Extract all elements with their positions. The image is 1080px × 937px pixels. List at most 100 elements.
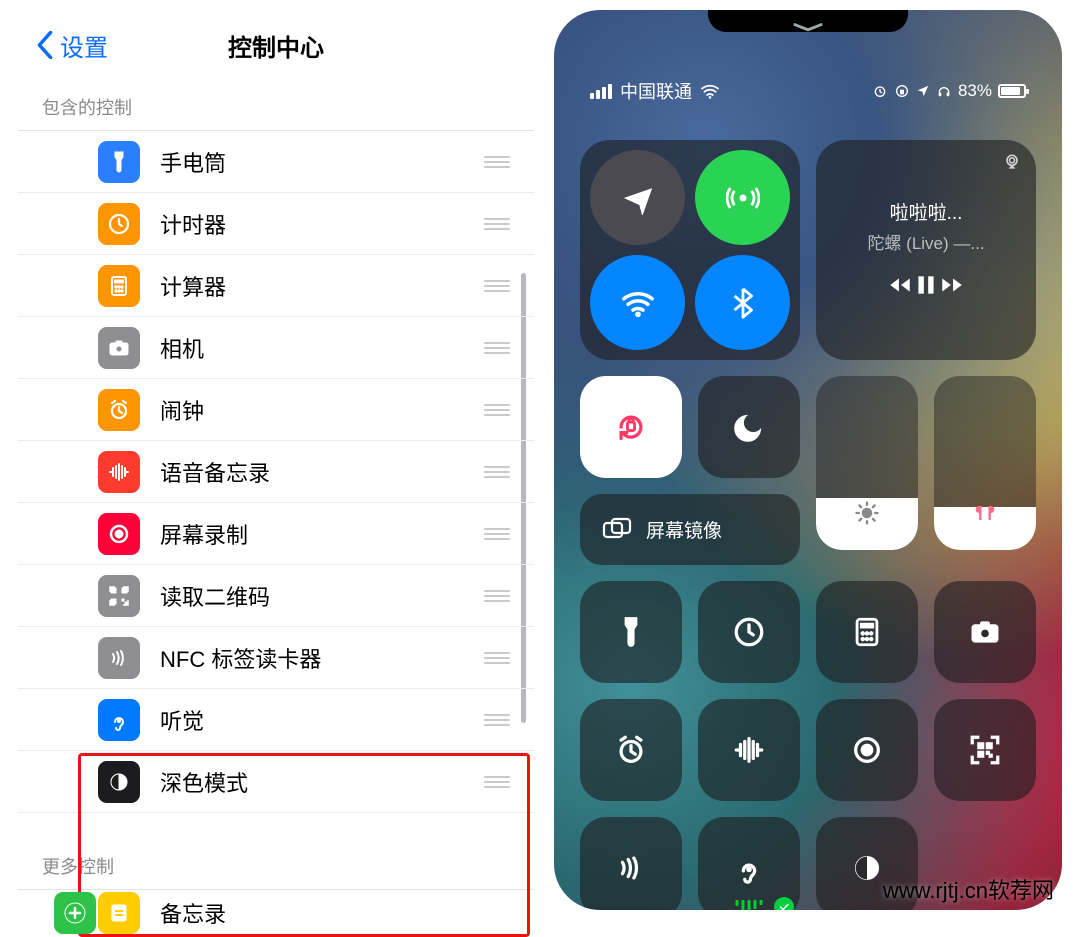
flashlight-button[interactable] <box>580 581 682 683</box>
connectivity-module[interactable] <box>580 140 800 360</box>
orientation-lock-button[interactable] <box>580 376 682 478</box>
list-item[interactable]: 读取二维码 <box>18 565 534 627</box>
list-item[interactable]: 听觉 <box>18 689 534 751</box>
do-not-disturb-button[interactable] <box>698 376 800 478</box>
voice-memo-icon <box>98 451 140 493</box>
lock-rotation-status-icon <box>894 83 910 99</box>
media-module[interactable]: 啦啦啦... 陀螺 (Live) —... <box>816 140 1036 360</box>
section-header-more: 更多控制 <box>18 839 534 889</box>
settings-panel: 设置 控制中心 包含的控制 手电筒 计时器 计算器 <box>18 10 534 936</box>
list-item[interactable]: 手电筒 <box>18 131 534 193</box>
list-label: 计算器 <box>160 270 226 302</box>
drag-handle-icon[interactable] <box>484 466 510 478</box>
volume-slider[interactable] <box>934 376 1036 550</box>
battery-percent: 83% <box>958 81 992 101</box>
signal-icon <box>590 84 612 99</box>
screen-mirror-button[interactable]: 屏幕镜像 <box>580 494 800 565</box>
alarm-icon <box>98 389 140 431</box>
list-label: 闹钟 <box>160 394 204 426</box>
alarm-button[interactable] <box>580 699 682 801</box>
list-label: 读取二维码 <box>160 580 270 612</box>
calculator-icon <box>98 265 140 307</box>
camera-icon <box>98 327 140 369</box>
status-bar: 中国联通 83% <box>554 78 1062 104</box>
screen-record-icon <box>98 513 140 555</box>
list-label: 相机 <box>160 332 204 364</box>
drag-handle-icon[interactable] <box>484 280 510 292</box>
check-badge-icon <box>774 897 794 910</box>
drag-handle-icon[interactable] <box>484 714 510 726</box>
timer-icon <box>98 203 140 245</box>
media-pause-button[interactable] <box>913 272 939 303</box>
wifi-icon <box>700 83 720 99</box>
list-item[interactable]: 深色模式 <box>18 751 534 813</box>
list-item[interactable]: 备忘录 <box>18 890 534 936</box>
voice-memo-button[interactable] <box>698 699 800 801</box>
media-next-button[interactable] <box>939 272 965 303</box>
drag-handle-icon[interactable] <box>484 156 510 168</box>
hearing-icon <box>98 699 140 741</box>
list-label: 语音备忘录 <box>160 456 270 488</box>
nav-bar: 设置 控制中心 <box>18 10 534 80</box>
list-item[interactable]: 语音备忘录 <box>18 441 534 503</box>
sun-icon <box>853 499 881 532</box>
bluetooth-toggle[interactable] <box>695 255 790 350</box>
media-title: 啦啦啦... <box>890 198 963 225</box>
list-item[interactable]: 计时器 <box>18 193 534 255</box>
back-button[interactable]: 设置 <box>36 28 108 63</box>
darkmode-icon <box>98 761 140 803</box>
section-header-included: 包含的控制 <box>18 80 534 130</box>
screen-record-button[interactable] <box>816 699 918 801</box>
carrier-label: 中国联通 <box>620 78 692 104</box>
brightness-slider[interactable] <box>816 376 918 550</box>
media-prev-button[interactable] <box>887 272 913 303</box>
add-icon[interactable] <box>54 892 96 934</box>
drag-handle-icon[interactable] <box>484 342 510 354</box>
drag-handle-icon[interactable] <box>484 404 510 416</box>
list-item[interactable]: 闹钟 <box>18 379 534 441</box>
airplane-toggle[interactable] <box>590 150 685 245</box>
timer-button[interactable] <box>698 581 800 683</box>
nfc-button[interactable] <box>580 817 682 910</box>
media-subtitle: 陀螺 (Live) —... <box>867 229 984 254</box>
camera-button[interactable] <box>934 581 1036 683</box>
chevron-left-icon <box>36 31 54 59</box>
list-item[interactable]: 屏幕录制 <box>18 503 534 565</box>
qr-scan-button[interactable] <box>934 699 1036 801</box>
screen-mirror-label: 屏幕镜像 <box>646 516 722 543</box>
list-item[interactable]: 计算器 <box>18 255 534 317</box>
hearing-button[interactable] <box>698 817 800 910</box>
cellular-toggle[interactable] <box>695 150 790 245</box>
nfc-icon <box>98 637 140 679</box>
screen-mirror-icon <box>602 517 632 543</box>
list-item[interactable]: 相机 <box>18 317 534 379</box>
list-item[interactable]: NFC 标签读卡器 <box>18 627 534 689</box>
watermark: www.rjtj.cn软荐网 <box>883 873 1054 905</box>
airplay-icon[interactable] <box>1002 152 1022 177</box>
qr-scan-icon <box>98 575 140 617</box>
list-label: NFC 标签读卡器 <box>160 642 321 674</box>
list-label: 屏幕录制 <box>160 518 248 550</box>
cc-grid: 啦啦啦... 陀螺 (Live) —... <box>580 140 1036 910</box>
location-status-icon <box>916 84 930 98</box>
included-list: 手电筒 计时器 计算器 相机 闹钟 <box>18 130 534 813</box>
back-label: 设置 <box>60 28 108 63</box>
page-title: 控制中心 <box>228 28 324 63</box>
list-label: 计时器 <box>160 208 226 240</box>
drag-handle-icon[interactable] <box>484 590 510 602</box>
drag-handle-icon[interactable] <box>484 652 510 664</box>
level-bars-icon <box>736 900 763 910</box>
list-label: 深色模式 <box>160 766 248 798</box>
alarm-status-icon <box>872 83 888 99</box>
drag-handle-icon[interactable] <box>484 776 510 788</box>
wifi-toggle[interactable] <box>590 255 685 350</box>
chevron-down-icon[interactable] <box>789 20 827 38</box>
calculator-button[interactable] <box>816 581 918 683</box>
drag-handle-icon[interactable] <box>484 218 510 230</box>
drag-handle-icon[interactable] <box>484 528 510 540</box>
headphones-status-icon <box>936 83 952 99</box>
notes-icon <box>98 892 140 934</box>
list-label: 备忘录 <box>160 897 226 929</box>
airpods-icon <box>971 499 999 532</box>
flashlight-icon <box>98 141 140 183</box>
